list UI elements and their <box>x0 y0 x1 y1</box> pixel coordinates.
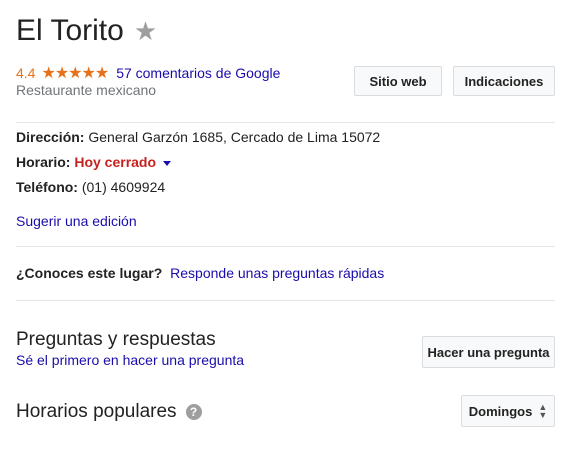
hours-status[interactable]: Hoy cerrado <box>74 154 156 170</box>
ask-first-link[interactable]: Sé el primero en hacer una pregunta <box>16 352 244 368</box>
know-place-question: ¿Conoces este lugar? <box>16 265 163 281</box>
ask-question-button[interactable]: Hacer una pregunta <box>422 336 555 368</box>
divider <box>16 122 555 123</box>
day-selector-label: Domingos <box>468 403 533 419</box>
address-label: Dirección: <box>16 129 85 145</box>
place-title: El Torito <box>16 14 124 47</box>
phone-label: Teléfono: <box>16 179 78 195</box>
rating-value: 4.4 <box>16 65 36 81</box>
popular-times-title: Horarios populares <box>16 401 177 422</box>
help-icon[interactable]: ? <box>185 404 202 420</box>
suggest-edit-link[interactable]: Sugerir una edición <box>16 213 137 229</box>
rating-row: 4.4 ★★★★★ 57 comentarios de Google <box>16 63 280 83</box>
directions-button[interactable]: Indicaciones <box>453 66 555 96</box>
up-down-arrows-icon: ▲ ▼ <box>538 402 548 420</box>
divider <box>16 246 555 247</box>
address-row: Dirección: General Garzón 1685, Cercado … <box>16 129 380 145</box>
hours-label: Horario: <box>16 154 71 170</box>
know-place-row: ¿Conoces este lugar? Responde unas pregu… <box>16 265 384 281</box>
popular-times-heading: Horarios populares ? <box>16 401 202 423</box>
hours-dropdown-caret-icon[interactable] <box>163 160 172 166</box>
know-place-link[interactable]: Responde unas preguntas rápidas <box>170 265 384 281</box>
phone-value[interactable]: (01) 4609924 <box>82 179 165 195</box>
save-star-icon[interactable]: ★ <box>134 12 157 50</box>
phone-row: Teléfono: (01) 4609924 <box>16 179 165 195</box>
website-button[interactable]: Sitio web <box>354 66 442 96</box>
qa-title: Preguntas y respuestas <box>16 329 216 350</box>
divider <box>16 300 555 301</box>
reviews-link[interactable]: 57 comentarios de Google <box>116 65 280 81</box>
hours-row[interactable]: Horario: Hoy cerrado <box>16 154 172 170</box>
day-selector[interactable]: Domingos ▲ ▼ <box>461 395 555 427</box>
rating-stars-icon: ★★★★★ <box>41 65 109 82</box>
address-value[interactable]: General Garzón 1685, Cercado de Lima 150… <box>88 129 380 145</box>
place-header: El Torito ★ <box>16 12 157 50</box>
place-category: Restaurante mexicano <box>16 82 157 98</box>
